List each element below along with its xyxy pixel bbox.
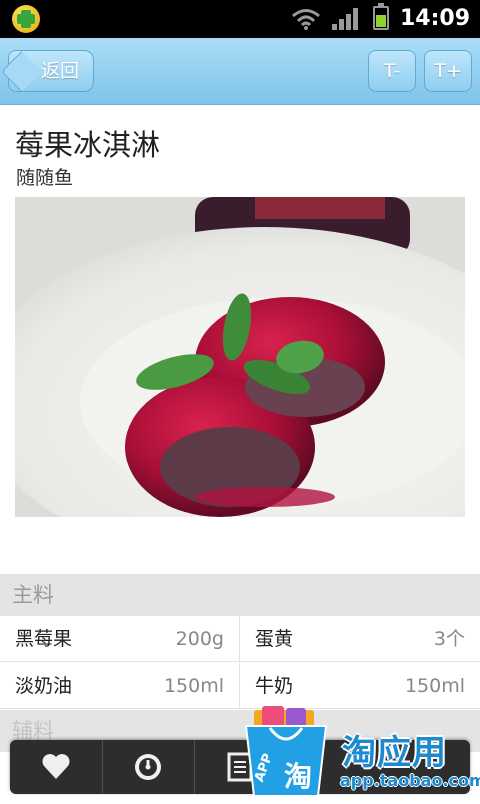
- main-ingredients-header: 主料: [0, 574, 480, 616]
- recipe-title: 莓果冰淇淋: [15, 128, 161, 162]
- ingredient-qty: 150ml: [163, 675, 224, 697]
- font-smaller-button[interactable]: T-: [368, 50, 416, 92]
- taobao-app-ad-icon[interactable]: APP 淘: [240, 706, 332, 800]
- back-button[interactable]: 返回: [0, 50, 94, 93]
- top-toolbar: 返回 T- T+: [0, 38, 480, 105]
- ingredient-name: 蛋黄: [255, 628, 294, 650]
- ingredient-name: 黑莓果: [15, 628, 73, 650]
- battery-icon: [373, 3, 389, 30]
- ad-url: app.taobao.com: [340, 771, 480, 790]
- ingredient-name: 牛奶: [255, 675, 294, 697]
- ingredient-cell: 牛奶 150ml: [240, 663, 480, 709]
- timer-button[interactable]: [102, 740, 195, 794]
- ingredient-qty: 3个: [433, 628, 465, 650]
- ingredient-name: 淡奶油: [15, 675, 73, 697]
- wifi-icon: [292, 9, 320, 30]
- ingredient-cell: 淡奶油 150ml: [0, 663, 240, 709]
- ad-bag-char: 淘: [284, 760, 312, 793]
- recipe-author[interactable]: 随随鱼: [16, 163, 73, 190]
- signal-icon: [332, 8, 358, 30]
- status-time: 14:09: [399, 6, 470, 31]
- favorite-button[interactable]: [10, 740, 103, 794]
- recipe-photo: [15, 197, 465, 517]
- heart-icon: [42, 754, 70, 779]
- font-larger-button[interactable]: T+: [424, 50, 472, 92]
- taobao-app-ad-text[interactable]: 淘应用 app.taobao.com: [338, 725, 480, 793]
- back-button-label: 返回: [40, 60, 79, 82]
- ingredient-cell: 蛋黄 3个: [240, 616, 480, 662]
- gauge-icon: [135, 754, 161, 780]
- status-bar: 14:09: [0, 0, 480, 38]
- back-arrow-icon: [0, 50, 43, 93]
- table-row: 淡奶油 150ml 牛奶 150ml: [0, 663, 480, 709]
- app-notification-icon: [12, 5, 40, 33]
- ingredient-qty: 150ml: [404, 675, 465, 697]
- ingredient-qty: 200g: [175, 628, 224, 650]
- table-row: 黑莓果 200g 蛋黄 3个: [0, 616, 480, 662]
- ad-brand: 淘应用: [342, 733, 447, 773]
- ingredient-cell: 黑莓果 200g: [0, 616, 240, 662]
